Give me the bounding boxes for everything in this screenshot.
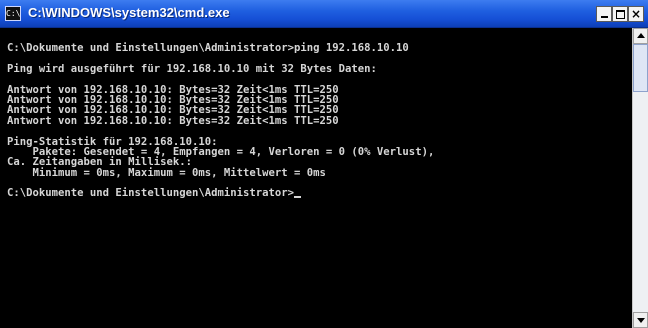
close-button[interactable]: × [628,6,644,22]
scroll-up-button[interactable] [633,28,648,44]
minimize-button[interactable] [596,6,612,22]
vertical-scrollbar[interactable] [632,28,648,328]
maximize-button[interactable] [612,6,628,22]
console-prompt: C:\Dokumente und Einstellungen\Administr… [7,187,295,200]
arrow-down-icon [637,318,645,323]
console-prompt-line: C:\Dokumente und Einstellungen\Administr… [7,187,632,200]
maximize-icon [615,10,625,19]
minimize-icon [600,16,608,18]
console-line: Antwort von 192.168.10.10: Bytes=32 Zeit… [7,114,339,127]
window-title: C:\WINDOWS\system32\cmd.exe [28,5,230,20]
scroll-down-button[interactable] [633,312,648,328]
cmd-window: C:\ C:\WINDOWS\system32\cmd.exe × C:\Dok… [0,0,648,328]
text-cursor [294,195,302,198]
console-line: Ping wird ausgeführt für 192.168.10.10 m… [7,62,377,75]
console-line: Minimum = 0ms, Maximum = 0ms, Mittelwert… [7,166,326,179]
console-line: C:\Dokumente und Einstellungen\Administr… [7,42,409,54]
cmd-icon[interactable]: C:\ [5,6,21,21]
console-output[interactable]: C:\Dokumente und Einstellungen\Administr… [0,28,632,328]
arrow-up-icon [637,33,645,38]
scrollbar-thumb[interactable] [633,44,648,92]
title-bar[interactable]: C:\ C:\WINDOWS\system32\cmd.exe × [0,0,648,28]
